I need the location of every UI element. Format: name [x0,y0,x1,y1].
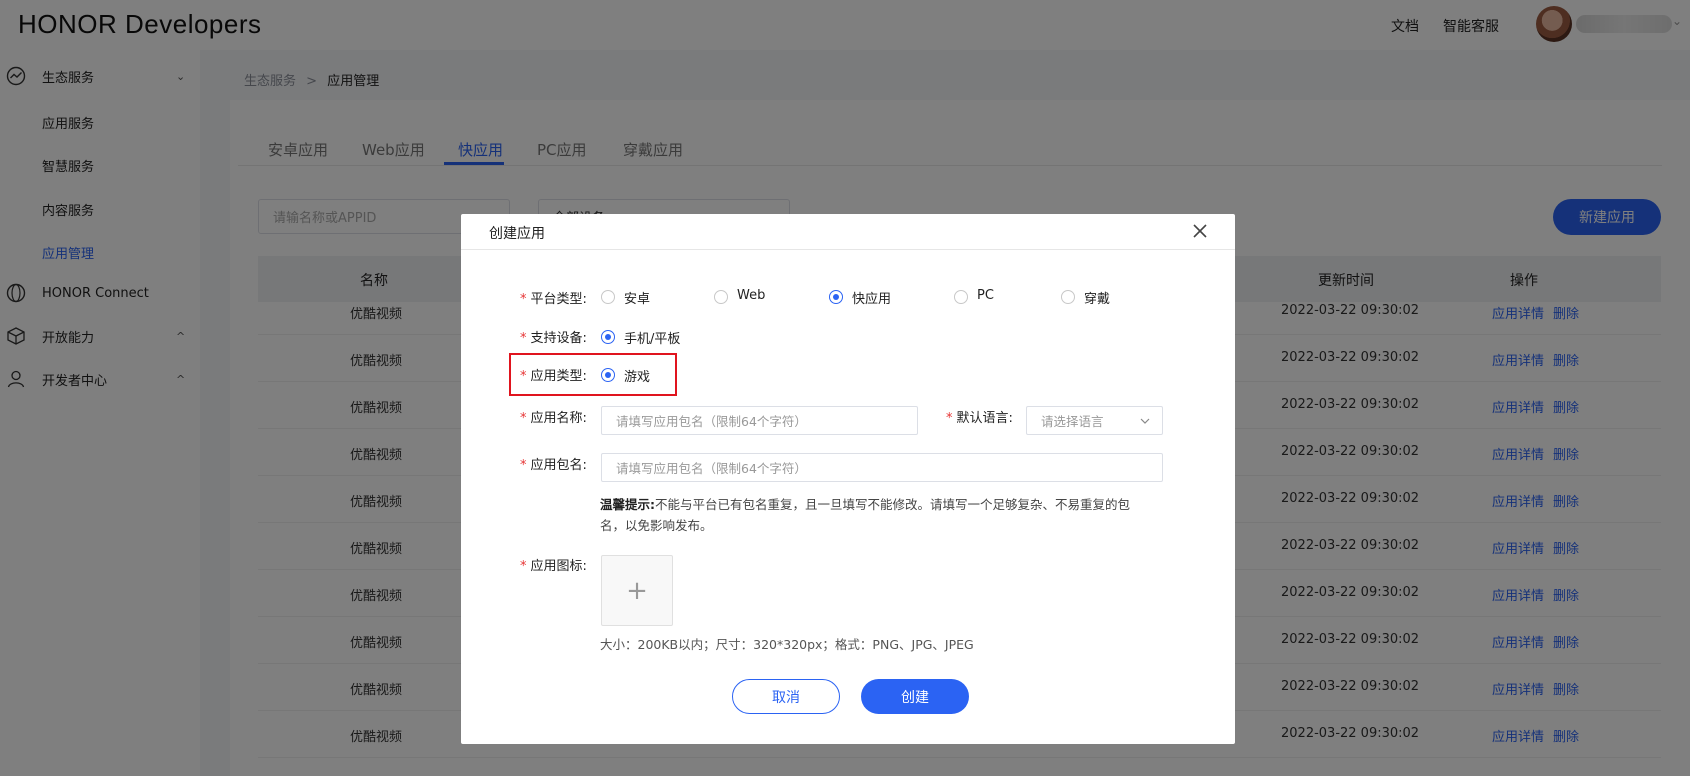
radio-web[interactable] [714,290,728,304]
radio-game[interactable] [601,368,615,382]
app-name-input[interactable]: 请填写应用包名（限制64个字符） [601,406,918,435]
package-name-hint: 温馨提示:不能与平台已有包名重复，且一旦填写不能修改。请填写一个足够复杂、不易重… [600,494,1150,536]
language-select-placeholder: 请选择语言 [1041,414,1104,429]
icon-upload-note: 大小：200KB以内；尺寸：320*320px；格式：PNG、JPG、JPEG [600,637,974,652]
language-select[interactable]: 请选择语言 [1026,406,1163,435]
radio-pc-label[interactable]: PC [977,288,994,303]
dialog-title: 创建应用 [489,226,545,242]
radio-phone-tablet-label[interactable]: 手机/平板 [624,328,680,347]
create-app-dialog: 创建应用 * 平台类型: 安卓 Web 快应用 PC 穿戴 * 支持设备: 手机/平… [461,214,1235,744]
radio-game-label[interactable]: 游戏 [624,366,650,385]
app-type-label: * 应用类型: [520,369,587,384]
chevron-down-icon [1140,418,1150,424]
radio-pc[interactable] [954,290,968,304]
plus-icon: + [626,575,648,606]
default-language-label: * 默认语言: [946,411,1013,426]
close-icon[interactable] [1189,220,1211,242]
platform-type-label: * 平台类型: [520,292,587,307]
package-name-label: * 应用包名: [520,458,587,473]
cancel-button[interactable]: 取消 [732,679,840,714]
radio-wearable[interactable] [1061,290,1075,304]
hint-body: 不能与平台已有包名重复，且一旦填写不能修改。请填写一个足够复杂、不易重复的包名，… [600,497,1131,533]
radio-phone-tablet[interactable] [601,330,615,344]
radio-android[interactable] [601,290,615,304]
icon-upload-button[interactable]: + [601,555,673,626]
supported-device-label: * 支持设备: [520,331,587,346]
radio-quick-app-label[interactable]: 快应用 [852,288,891,307]
hint-title: 温馨提示: [600,497,655,512]
package-name-input[interactable]: 请填写应用包名（限制64个字符） [601,453,1163,482]
radio-quick-app[interactable] [829,290,843,304]
radio-wearable-label[interactable]: 穿戴 [1084,288,1110,307]
app-name-label: * 应用名称: [520,411,587,426]
radio-web-label[interactable]: Web [737,288,765,303]
create-button[interactable]: 创建 [861,679,969,714]
radio-android-label[interactable]: 安卓 [624,288,650,307]
dialog-header: 创建应用 [461,214,1235,250]
app-icon-label: * 应用图标: [520,559,587,574]
